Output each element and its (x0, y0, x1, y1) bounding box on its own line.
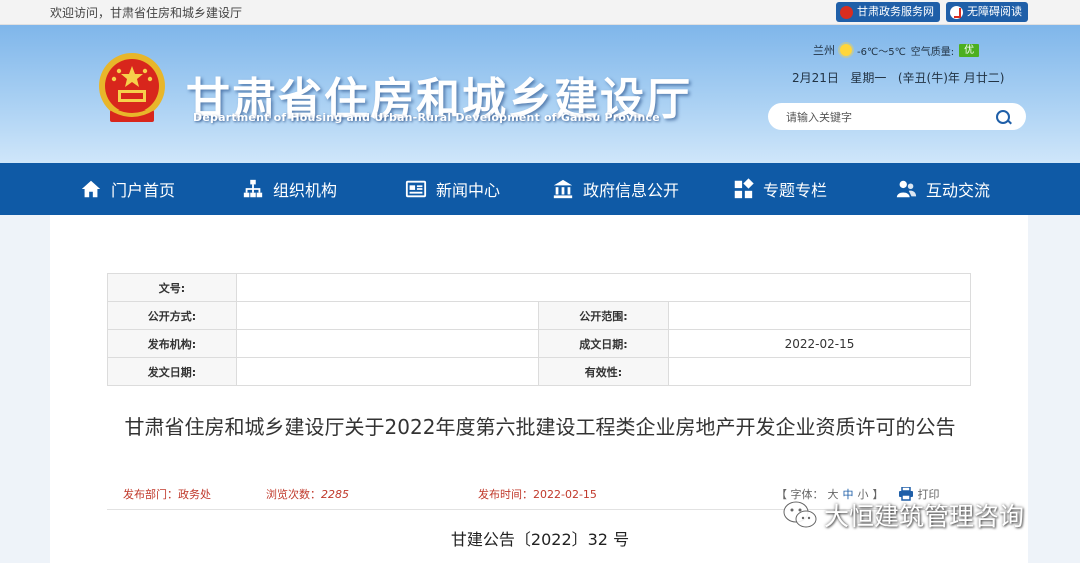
home-icon (81, 180, 101, 198)
issue-date-label: 发文日期: (107, 357, 237, 386)
air-quality-label: 空气质量: (910, 46, 955, 58)
written-date-label: 成文日期: (538, 329, 669, 358)
air-quality-badge: 优 (959, 43, 980, 57)
weather-city: 兰州 (813, 44, 835, 57)
welcome-text: 欢迎访问，甘肃省住房和城乡建设厅 (50, 6, 243, 20)
news-icon (405, 180, 427, 198)
gov-service-label: 甘肃政务服务网 (857, 5, 934, 18)
watermark: 大恒建筑管理咨询 (782, 497, 1024, 533)
accessibility-button[interactable]: 无障碍阅读 (946, 2, 1028, 22)
wechat-icon (783, 501, 817, 528)
article-title: 甘肃省住房和城乡建设厅关于2022年度第六批建设工程类企业房地产开发企业资质许可… (124, 415, 956, 439)
nav-item-label: 组织机构 (273, 181, 338, 200)
weather-temp: -6℃～5℃ (857, 46, 906, 58)
nav-item-special-topics[interactable]: 专题专栏 (732, 163, 827, 215)
accessibility-icon (950, 5, 963, 19)
grid-icon (734, 178, 754, 199)
accessibility-label: 无障碍阅读 (967, 5, 1022, 18)
document-meta-table: 文号: 公开方式: 公开范围: 发布机构: 成文日期: 2022-02-15 发… (107, 273, 971, 386)
main-nav: 门户首页 组织机构 新闻中心 政府信息公开 专题专栏 互动交流 (0, 163, 1080, 215)
table-row: 发文日期: 有效性: (107, 357, 971, 386)
nav-item-news[interactable]: 新闻中心 (405, 163, 500, 215)
time-value: 2022-02-15 (533, 488, 597, 501)
doc-no-value (236, 273, 971, 302)
validity-label: 有效性: (538, 357, 669, 386)
date-line: 2月21日 星期一 (辛丑(牛)年 月廿二) (792, 69, 1004, 86)
weekday-text: 星期一 (850, 71, 887, 85)
views-value: 2285 (321, 488, 349, 501)
users-icon (896, 180, 917, 198)
doc-no-label: 文号: (107, 273, 237, 302)
date-text: 2月21日 (792, 71, 839, 85)
table-row: 文号: (107, 273, 971, 302)
open-scope-value (668, 301, 971, 330)
site-subtitle: Department of Housing and Urban-Rural De… (193, 111, 660, 124)
issue-date-value (236, 357, 539, 386)
site-header: 甘肃省住房和城乡建设厅 Department of Housing and Ur… (0, 25, 1080, 163)
top-bar: 欢迎访问，甘肃省住房和城乡建设厅 甘肃政务服务网 无障碍阅读 (0, 0, 1080, 25)
nav-item-label: 新闻中心 (436, 181, 501, 200)
emblem-icon (840, 5, 853, 19)
dept-value: 政务处 (178, 488, 211, 501)
written-date-value: 2022-02-15 (668, 329, 971, 358)
open-mode-value (236, 301, 539, 330)
search-box (768, 103, 1026, 130)
sunny-icon (840, 44, 852, 56)
nav-item-label: 互动交流 (926, 181, 991, 200)
gov-service-button[interactable]: 甘肃政务服务网 (836, 2, 940, 22)
nav-item-gov-info[interactable]: 政府信息公开 (552, 163, 679, 215)
weather-bar: 兰州 -6℃～5℃ 空气质量: 优 (813, 42, 980, 58)
article-time: 发布时间：2022-02-15 (478, 486, 597, 502)
watermark-text: 大恒建筑管理咨询 (824, 502, 1025, 531)
search-input[interactable] (784, 108, 988, 127)
table-row: 发布机构: 成文日期: 2022-02-15 (107, 329, 971, 358)
validity-value (668, 357, 971, 386)
publisher-value (236, 329, 539, 358)
nav-item-interaction[interactable]: 互动交流 (895, 163, 990, 215)
nav-item-label: 政府信息公开 (583, 181, 680, 200)
open-scope-label: 公开范围: (538, 301, 669, 330)
publisher-label: 发布机构: (107, 329, 237, 358)
views-label: 浏览次数： (266, 488, 321, 501)
government-building-icon (553, 179, 573, 199)
nav-item-home[interactable]: 门户首页 (80, 163, 175, 215)
org-chart-icon (243, 179, 263, 198)
nav-item-organization[interactable]: 组织机构 (242, 163, 337, 215)
nav-item-label: 门户首页 (111, 181, 176, 200)
article-views: 浏览次数：2285 (266, 486, 349, 502)
nav-item-label: 专题专栏 (763, 181, 828, 200)
table-row: 公开方式: 公开范围: (107, 301, 971, 330)
lunar-date-text: (辛丑(牛)年 月廿二) (897, 71, 1005, 85)
open-mode-label: 公开方式: (107, 301, 237, 330)
time-label: 发布时间： (478, 488, 533, 501)
search-icon[interactable] (996, 110, 1010, 124)
dept-label: 发布部门： (123, 488, 178, 501)
national-emblem-icon (99, 53, 165, 122)
article-dept: 发布部门：政务处 (123, 486, 211, 502)
